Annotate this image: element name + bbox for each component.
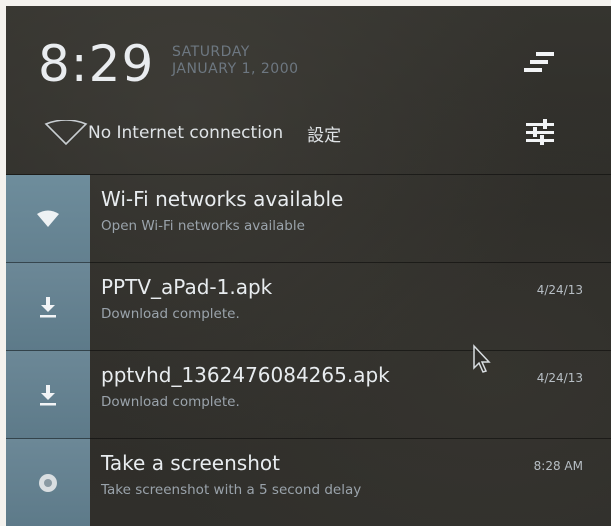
notification-title: PPTV_aPad-1.apk: [101, 275, 273, 299]
notification-subtitle: Take screenshot with a 5 second delay: [101, 482, 362, 498]
screenshot-icon: [39, 474, 57, 492]
clock: 8:29: [38, 35, 155, 93]
notification-download-1[interactable]: PPTV_aPad-1.apk Download complete. 4/24/…: [6, 262, 611, 351]
notification-title: Take a screenshot: [101, 451, 280, 475]
notification-screenshot[interactable]: Take a screenshot Take screenshot with a…: [6, 438, 611, 526]
day-label: SATURDAY: [172, 44, 250, 60]
notification-icon-tile: [6, 351, 90, 439]
notification-time: 4/24/13: [536, 283, 583, 297]
wifi-icon: [37, 210, 59, 227]
notification-icon-tile: [6, 263, 90, 351]
date-label: JANUARY 1, 2000: [172, 61, 299, 77]
download-icon: [40, 297, 56, 318]
toggles-icon[interactable]: [524, 118, 556, 148]
settings-link[interactable]: 設定: [307, 121, 341, 146]
connection-label: No Internet connection: [88, 123, 284, 143]
connection-status[interactable]: No Internet connection 設定: [44, 118, 341, 148]
notification-download-2[interactable]: pptvhd_1362476084265.apk Download comple…: [6, 350, 611, 439]
notification-shade: 8:29 SATURDAY JANUARY 1, 2000 No Interne…: [6, 6, 611, 526]
notification-subtitle: Download complete.: [101, 306, 240, 322]
notification-subtitle: Download complete.: [101, 394, 240, 410]
quick-settings-icon[interactable]: [522, 48, 556, 78]
notification-time: 4/24/13: [536, 371, 583, 385]
notification-icon-tile: [6, 175, 90, 263]
notification-icon-tile: [6, 439, 90, 526]
notification-wifi[interactable]: Wi-Fi networks available Open Wi-Fi netw…: [6, 174, 611, 263]
mouse-cursor-icon: [473, 344, 491, 373]
notification-title: Wi-Fi networks available: [101, 187, 344, 211]
notification-title: pptvhd_1362476084265.apk: [101, 363, 390, 387]
wifi-outline-icon: [44, 120, 88, 146]
notification-time: 8:28 AM: [533, 459, 583, 473]
notification-subtitle: Open Wi-Fi networks available: [101, 218, 305, 234]
date-block: SATURDAY JANUARY 1, 2000: [172, 44, 299, 78]
download-icon: [40, 385, 56, 406]
